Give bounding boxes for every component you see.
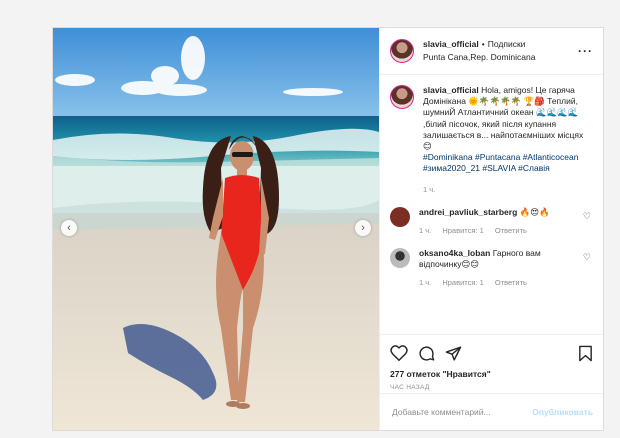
post-sidebar: slavia_official • Подписки Punta Cana,Rep.… <box>379 28 603 430</box>
comment-bubble-icon[interactable] <box>418 345 435 362</box>
separator-dot: • <box>481 39 485 49</box>
instagram-post: ‹ › slavia_official • Подписки Punta Cana,… <box>52 27 604 431</box>
like-comment-heart-icon[interactable]: ♡ <box>583 252 591 263</box>
comment-text: 🔥😍🔥 <box>519 206 550 217</box>
like-heart-icon[interactable] <box>390 345 408 361</box>
comment-item: oksano4ka_loban Гарного вам відпочинку😊😊… <box>380 247 603 288</box>
add-comment-input[interactable] <box>390 406 533 418</box>
caption-avatar[interactable] <box>390 85 414 109</box>
comment-time: 1 ч. <box>419 225 432 235</box>
author-username[interactable]: slavia_official <box>423 39 479 49</box>
comment-likes[interactable]: Нравится: 1 <box>442 278 483 287</box>
more-options-icon[interactable]: ··· <box>578 44 593 58</box>
beach-photo <box>53 28 379 430</box>
follow-status-button[interactable]: Подписки <box>488 39 526 49</box>
post-photo[interactable]: ‹ › <box>53 28 379 430</box>
comment-likes[interactable]: Нравится: 1 <box>442 226 483 235</box>
comment-item: andrei_pavliuk_starberg 🔥😍🔥 1 ч. Нравитс… <box>380 206 603 236</box>
commenter-username[interactable]: oksano4ka_loban <box>419 248 490 258</box>
next-image-button[interactable]: › <box>355 220 371 236</box>
add-comment-bar: Опубликовать <box>380 393 603 430</box>
caption-hashtags[interactable]: #Dominikana #Puntacana #Atlanticocean #з… <box>423 152 593 174</box>
publish-comment-button[interactable]: Опубликовать <box>532 407 593 417</box>
post-timestamp: ЧАС НАЗАД <box>390 384 430 391</box>
post-header: slavia_official • Подписки Punta Cana,Rep.… <box>380 28 603 75</box>
share-send-icon[interactable] <box>445 345 462 362</box>
likes-count[interactable]: 277 отметок "Нравится" <box>390 369 593 379</box>
post-location[interactable]: Punta Cana,Rep. Dominicana <box>423 51 535 64</box>
commenter-username[interactable]: andrei_pavliuk_starberg <box>419 207 517 217</box>
previous-image-button[interactable]: ‹ <box>61 220 77 236</box>
author-avatar[interactable] <box>390 39 414 63</box>
commenter-avatar[interactable] <box>390 247 410 268</box>
comment-time: 1 ч. <box>419 277 432 287</box>
commenter-avatar[interactable] <box>390 206 410 227</box>
save-bookmark-icon[interactable] <box>578 345 593 362</box>
caption-time: 1 ч. <box>423 184 436 194</box>
reply-button[interactable]: Ответить <box>495 226 527 235</box>
post-actions: 277 отметок "Нравится" ЧАС НАЗАД <box>380 334 603 391</box>
like-comment-heart-icon[interactable]: ♡ <box>583 211 591 222</box>
reply-button[interactable]: Ответить <box>495 278 527 287</box>
caption-username[interactable]: slavia_official <box>423 85 479 95</box>
post-caption: slavia_official Hola, amigos! Це гаряча … <box>380 75 603 195</box>
